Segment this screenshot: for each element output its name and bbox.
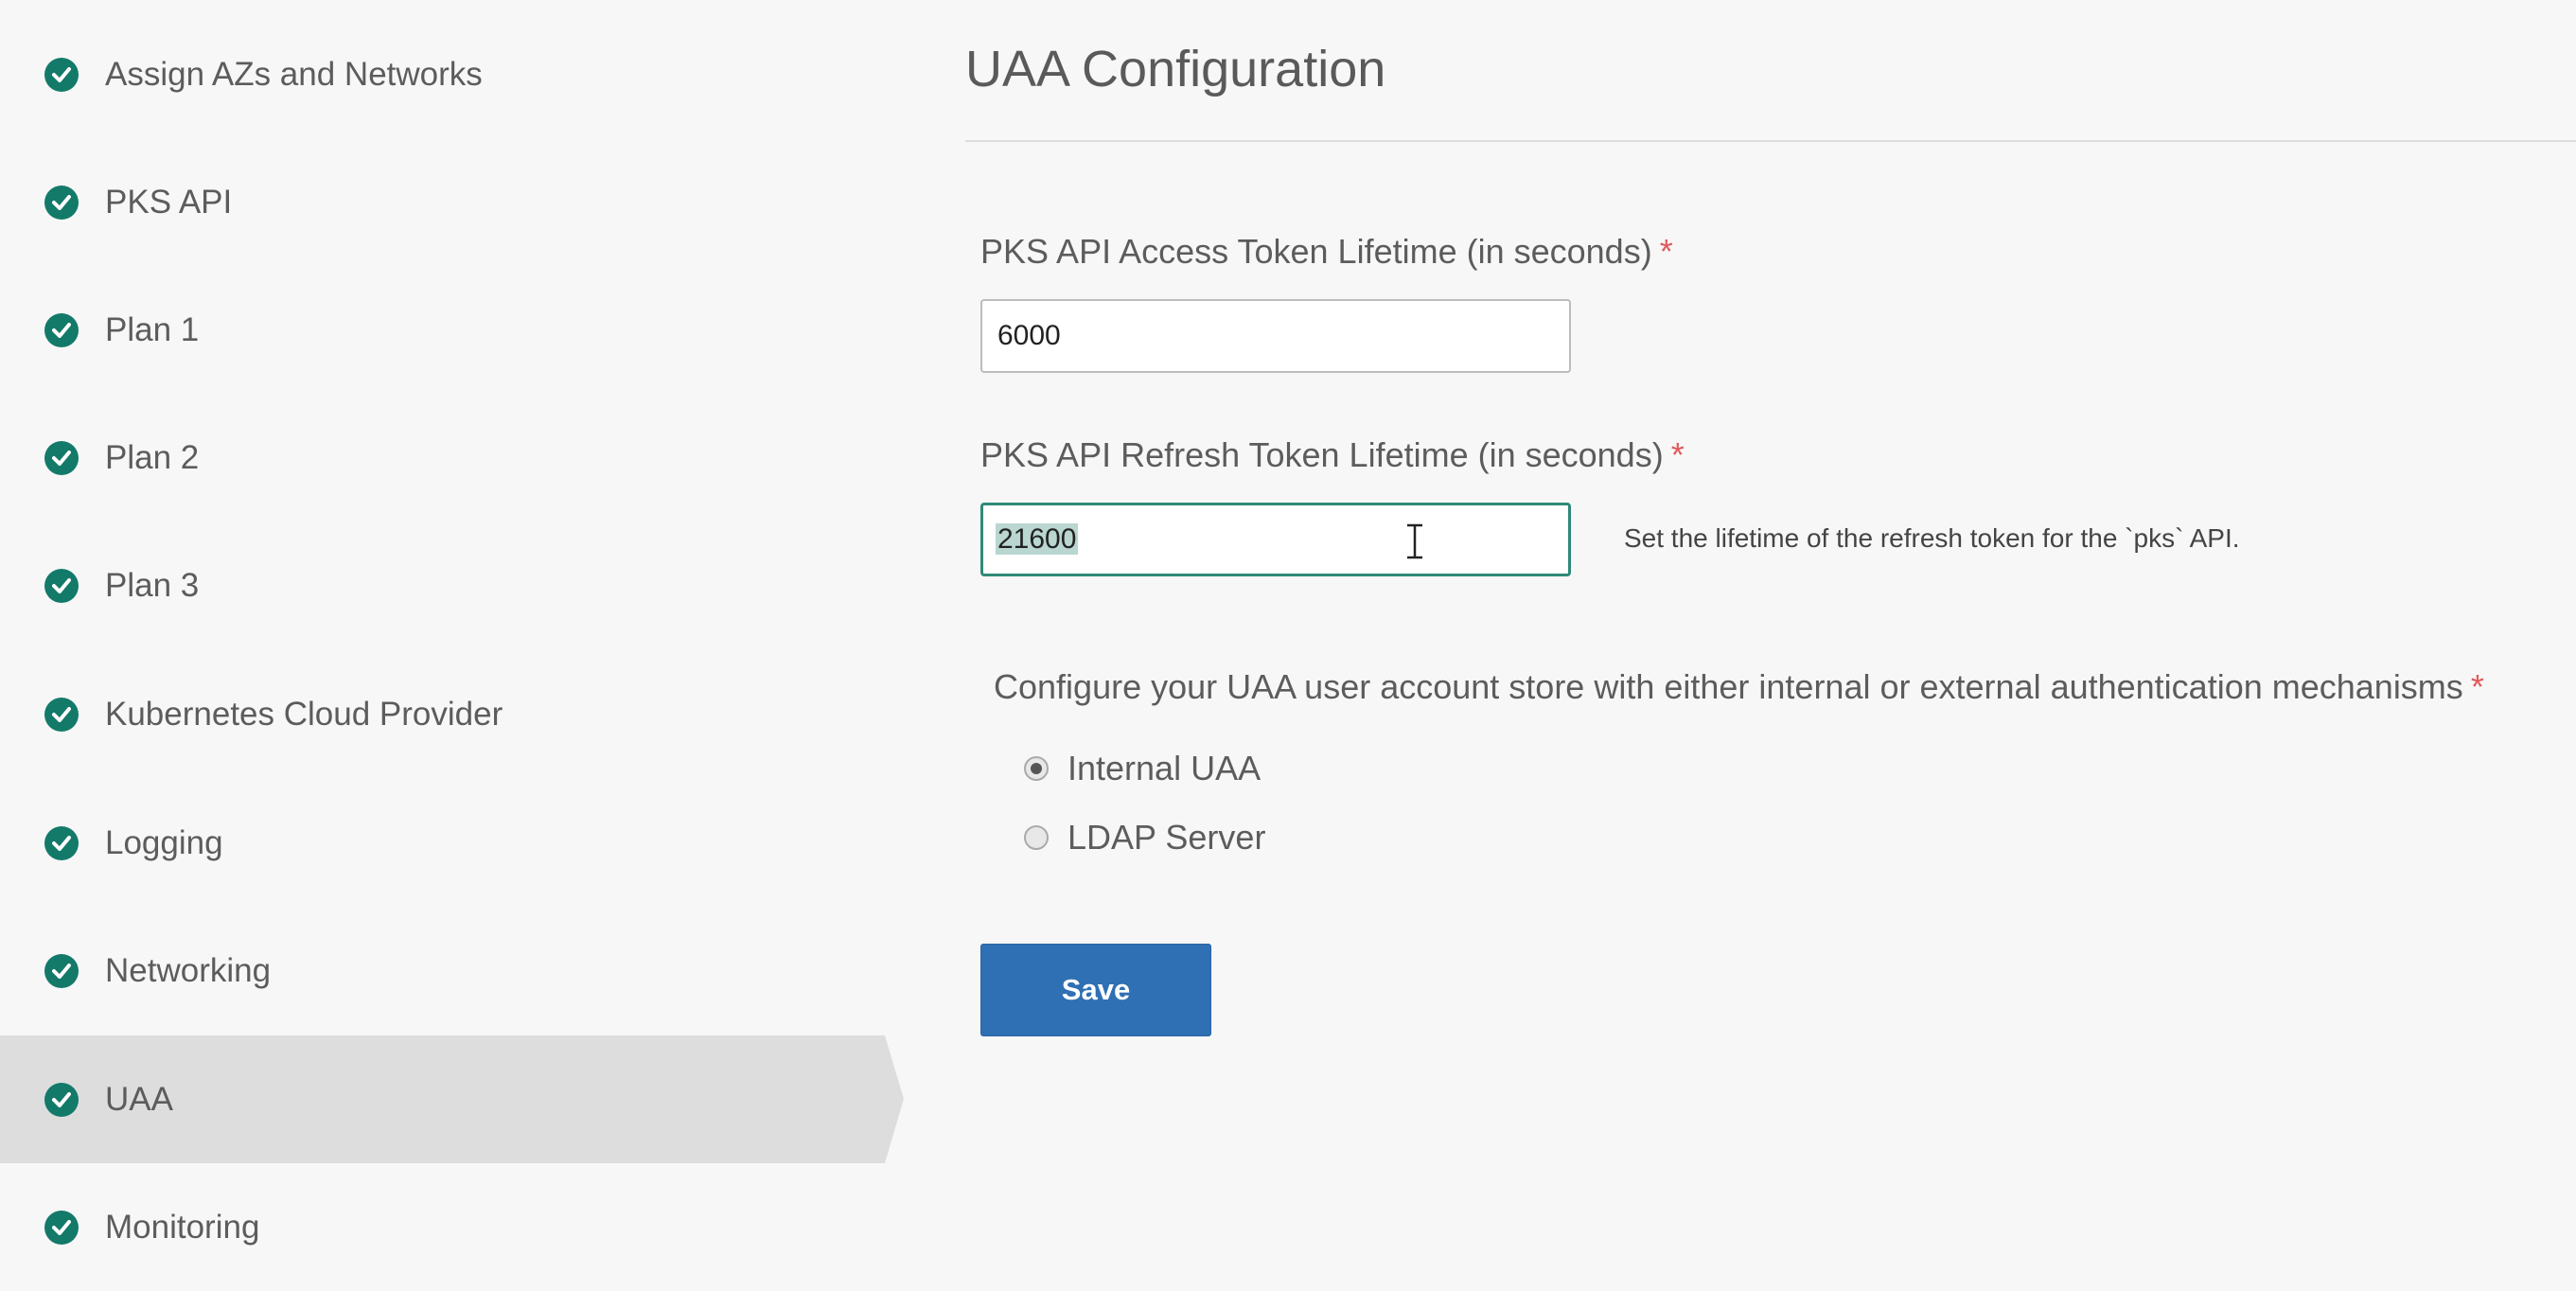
- sidebar-item-monitoring[interactable]: Monitoring: [0, 1163, 885, 1291]
- access-token-lifetime-label-text: PKS API Access Token Lifetime (in second…: [980, 232, 1652, 271]
- refresh-token-lifetime-input[interactable]: [980, 503, 1571, 576]
- check-circle-icon: [44, 697, 79, 732]
- radio-label: Internal UAA: [1067, 749, 1262, 787]
- sidebar-item-logging[interactable]: Logging: [0, 779, 885, 907]
- check-circle-icon: [44, 57, 79, 92]
- sidebar-item-label: Monitoring: [105, 1208, 260, 1246]
- sidebar-item-label: Plan 3: [105, 566, 200, 604]
- required-marker: *: [1670, 435, 1685, 474]
- radio-button-selected[interactable]: [1024, 756, 1049, 781]
- sidebar-item-networking[interactable]: Networking: [0, 907, 885, 1035]
- sidebar-item-label: UAA: [105, 1080, 173, 1118]
- radio-button[interactable]: [1024, 825, 1049, 850]
- check-circle-icon: [44, 312, 79, 347]
- sidebar-item-plan-3[interactable]: Plan 3: [0, 522, 885, 649]
- sidebar-item-label: Plan 2: [105, 438, 200, 476]
- sidebar-item-label: Logging: [105, 823, 223, 861]
- check-circle-icon: [44, 185, 79, 220]
- save-button[interactable]: Save: [980, 944, 1211, 1036]
- sidebar-item-uaa[interactable]: UAA: [0, 1035, 904, 1163]
- required-marker: *: [1659, 232, 1673, 271]
- sidebar-item-plan-1[interactable]: Plan 1: [0, 266, 885, 394]
- account-store-question: Configure your UAA user account store wi…: [994, 667, 2484, 707]
- sidebar-item-label: Kubernetes Cloud Provider: [105, 695, 503, 733]
- check-circle-icon: [44, 568, 79, 603]
- sidebar-item-assign-azs-and-networks[interactable]: Assign AZs and Networks: [0, 10, 885, 138]
- access-token-lifetime-input[interactable]: [980, 299, 1571, 373]
- radio-dot: [1031, 763, 1042, 774]
- access-token-lifetime-label: PKS API Access Token Lifetime (in second…: [980, 232, 1673, 272]
- text-cursor-icon: [1407, 523, 1422, 559]
- refresh-token-lifetime-label: PKS API Refresh Token Lifetime (in secon…: [980, 435, 1685, 475]
- sidebar: Assign AZs and Networks PKS API Plan 1 P…: [0, 0, 909, 1264]
- account-store-question-text: Configure your UAA user account store wi…: [994, 667, 2463, 706]
- sidebar-item-pks-api[interactable]: PKS API: [0, 138, 885, 266]
- radio-option-internal-uaa[interactable]: Internal UAA: [1024, 749, 1261, 788]
- title-divider: [965, 140, 2576, 142]
- check-circle-icon: [44, 1082, 79, 1117]
- sidebar-item-kubernetes-cloud-provider[interactable]: Kubernetes Cloud Provider: [0, 650, 885, 778]
- sidebar-item-label: Plan 1: [105, 310, 200, 348]
- sidebar-item-label: PKS API: [105, 183, 233, 221]
- check-circle-icon: [44, 440, 79, 475]
- page-title: UAA Configuration: [965, 41, 1386, 97]
- check-circle-icon: [44, 825, 79, 860]
- sidebar-item-plan-2[interactable]: Plan 2: [0, 394, 885, 522]
- refresh-token-lifetime-label-text: PKS API Refresh Token Lifetime (in secon…: [980, 435, 1664, 474]
- refresh-token-help-text: Set the lifetime of the refresh token fo…: [1624, 523, 2240, 553]
- sidebar-item-label: Networking: [105, 951, 272, 989]
- radio-label: LDAP Server: [1067, 818, 1266, 857]
- check-circle-icon: [44, 953, 79, 988]
- required-marker: *: [2470, 667, 2484, 706]
- check-circle-icon: [44, 1210, 79, 1245]
- sidebar-item-label: Assign AZs and Networks: [105, 55, 483, 93]
- radio-option-ldap-server[interactable]: LDAP Server: [1024, 818, 1265, 858]
